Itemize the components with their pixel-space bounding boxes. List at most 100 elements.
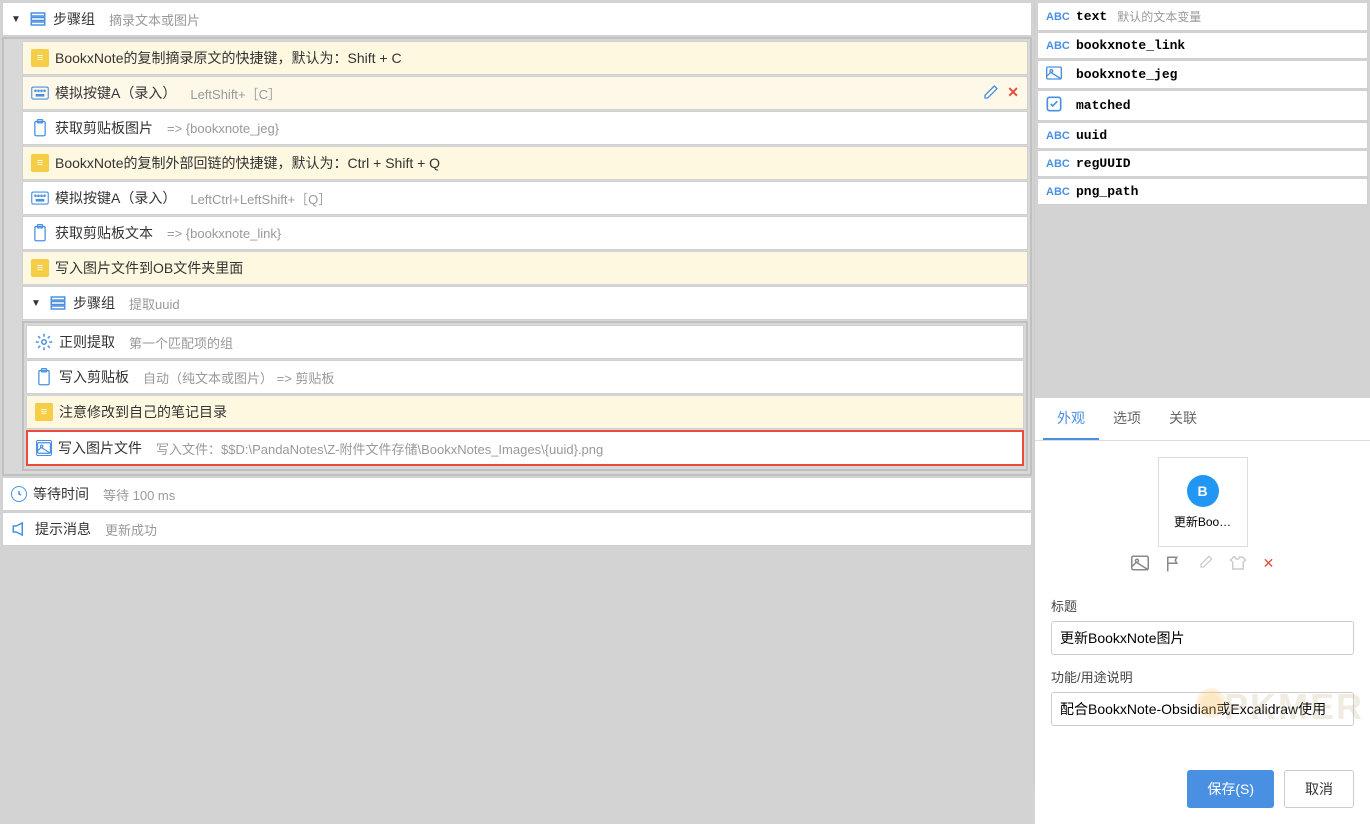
chevron-down-icon[interactable]: ▼ — [11, 14, 23, 25]
keyboard-icon — [31, 189, 49, 207]
step-label: 步骤组 — [73, 293, 115, 313]
step-label: BookxNote的复制外部回链的快捷键，默认为：Ctrl + Shift + … — [55, 153, 440, 173]
step-sub: 更新成功 — [105, 520, 157, 539]
cancel-button[interactable]: 取消 — [1284, 770, 1354, 808]
step-sub: LeftShift+［C］ — [190, 84, 281, 103]
clipboard-icon — [35, 368, 53, 386]
megaphone-icon — [11, 520, 29, 538]
step-group-header-2[interactable]: ▼ 步骤组 提取uuid — [22, 286, 1028, 320]
step-label: 模拟按键A（录入） — [55, 188, 176, 208]
step-sub: 第一个匹配项的组 — [129, 333, 233, 352]
variable-row[interactable]: ABC bookxnote_link — [1037, 32, 1368, 59]
tab-appearance[interactable]: 外观 — [1043, 398, 1099, 440]
chevron-down-icon[interactable]: ▼ — [31, 298, 43, 309]
step-message[interactable]: 提示消息 更新成功 — [2, 512, 1032, 546]
var-name: uuid — [1076, 128, 1107, 143]
thumbnail-text: 更新Boo… — [1163, 513, 1243, 530]
var-name: matched — [1076, 98, 1131, 113]
group-icon — [49, 294, 67, 312]
step-clipboard-write[interactable]: 写入剪贴板 自动（纯文本或图片） => 剪贴板 — [26, 360, 1024, 394]
step-note[interactable]: ≡ 注意修改到自己的笔记目录 — [26, 395, 1024, 429]
variable-row[interactable]: matched — [1037, 90, 1368, 121]
thumbnail-icon: B — [1187, 475, 1219, 507]
variable-row[interactable]: ABC text 默认的文本变量 — [1037, 2, 1368, 31]
step-note[interactable]: ≡ BookxNote的复制摘录原文的快捷键，默认为：Shift + C — [22, 41, 1028, 75]
step-note[interactable]: ≡ 写入图片文件到OB文件夹里面 — [22, 251, 1028, 285]
var-name: bookxnote_jeg — [1076, 67, 1177, 82]
delete-icon[interactable]: ✕ — [1263, 555, 1275, 576]
variable-row[interactable]: ABC regUUID — [1037, 150, 1368, 177]
group-icon — [29, 10, 47, 28]
step-label: 模拟按键A（录入） — [55, 83, 176, 103]
keyboard-icon — [31, 84, 49, 102]
group-2-container: 正则提取 第一个匹配项的组 写入剪贴板 自动（纯文本或图片） => 剪贴板 ≡ … — [22, 321, 1028, 471]
step-sub: LeftCtrl+LeftShift+［Q］ — [190, 189, 331, 208]
step-clipboard[interactable]: 获取剪贴板图片 => {bookxnote_jeg} — [22, 111, 1028, 145]
var-name: png_path — [1076, 184, 1138, 199]
clipboard-icon — [31, 224, 49, 242]
tab-relations[interactable]: 关联 — [1155, 398, 1211, 440]
desc-label: 功能/用途说明 — [1051, 667, 1354, 686]
note-icon: ≡ — [31, 49, 49, 67]
gear-icon — [35, 333, 53, 351]
step-image-write[interactable]: 写入图片文件 写入文件：$$D:\PandaNotes\Z-附件文件存储\Boo… — [26, 430, 1024, 466]
var-type-abc: ABC — [1046, 186, 1070, 198]
variables-blank-area — [1037, 206, 1368, 396]
title-row: 标题 — [1051, 596, 1354, 655]
step-label: 提示消息 — [35, 519, 91, 539]
step-label: 等待时间 — [33, 484, 89, 504]
var-type-abc: ABC — [1046, 11, 1070, 23]
steps-panel: ▼ 步骤组 摘录文本或图片 ≡ BookxNote的复制摘录原文的快捷键，默认为… — [0, 0, 1034, 785]
step-label: 写入图片文件到OB文件夹里面 — [55, 258, 243, 278]
var-type-image-icon — [1046, 66, 1070, 83]
eyedropper-icon[interactable] — [1197, 555, 1213, 576]
desc-input[interactable] — [1051, 692, 1354, 726]
var-type-abc: ABC — [1046, 158, 1070, 170]
title-input[interactable] — [1051, 621, 1354, 655]
step-regex[interactable]: 正则提取 第一个匹配项的组 — [26, 325, 1024, 359]
group-1-container: ≡ BookxNote的复制摘录原文的快捷键，默认为：Shift + C 模拟按… — [2, 37, 1032, 476]
var-name: bookxnote_link — [1076, 38, 1185, 53]
properties-form: B 更新Boo… ✕ 标题 功能/用途说明 PKMER — [1035, 441, 1370, 754]
note-icon: ≡ — [31, 259, 49, 277]
step-label: 获取剪贴板图片 — [55, 118, 153, 138]
image-icon — [36, 440, 52, 456]
step-clipboard[interactable]: 获取剪贴板文本 => {bookxnote_link} — [22, 216, 1028, 250]
step-label: 步骤组 — [53, 9, 95, 29]
step-label: 正则提取 — [59, 332, 115, 352]
flag-icon[interactable] — [1165, 555, 1181, 576]
step-wait[interactable]: 等待时间 等待 100 ms — [2, 477, 1032, 511]
step-sub: 摘录文本或图片 — [109, 10, 200, 29]
clock-icon — [11, 486, 27, 502]
var-name: regUUID — [1076, 156, 1131, 171]
step-sub: 自动（纯文本或图片） => 剪贴板 — [143, 368, 334, 387]
step-label: 写入图片文件 — [58, 438, 142, 458]
title-label: 标题 — [1051, 596, 1354, 615]
step-sub: 写入文件：$$D:\PandaNotes\Z-附件文件存储\BookxNotes… — [156, 439, 603, 458]
step-keyboard[interactable]: 模拟按键A（录入） LeftShift+［C］ ✕ — [22, 76, 1028, 110]
var-type-check-icon — [1046, 96, 1070, 115]
step-sub: 提取uuid — [129, 294, 180, 313]
step-group-header[interactable]: ▼ 步骤组 摘录文本或图片 — [2, 2, 1032, 36]
var-name: text — [1076, 9, 1107, 24]
step-label: 写入剪贴板 — [59, 367, 129, 387]
edit-icon[interactable] — [983, 84, 999, 103]
image-icon[interactable] — [1131, 555, 1149, 576]
step-label: 注意修改到自己的笔记目录 — [59, 402, 227, 422]
step-keyboard[interactable]: 模拟按键A（录入） LeftCtrl+LeftShift+［Q］ — [22, 181, 1028, 215]
step-sub: 等待 100 ms — [103, 485, 175, 504]
shirt-icon[interactable] — [1229, 555, 1247, 576]
var-type-abc: ABC — [1046, 130, 1070, 142]
save-button[interactable]: 保存(S) — [1187, 770, 1274, 808]
thumbnail-preview[interactable]: B 更新Boo… — [1158, 457, 1248, 547]
variable-row[interactable]: ABC uuid — [1037, 122, 1368, 149]
step-note[interactable]: ≡ BookxNote的复制外部回链的快捷键，默认为：Ctrl + Shift … — [22, 146, 1028, 180]
clipboard-icon — [31, 119, 49, 137]
variable-row[interactable]: ABC png_path — [1037, 178, 1368, 205]
step-label: 获取剪贴板文本 — [55, 223, 153, 243]
tab-options[interactable]: 选项 — [1099, 398, 1155, 440]
step-sub: => {bookxnote_link} — [167, 226, 281, 241]
var-desc: 默认的文本变量 — [1117, 8, 1201, 25]
variable-row[interactable]: bookxnote_jeg — [1037, 60, 1368, 89]
delete-icon[interactable]: ✕ — [1007, 84, 1019, 103]
